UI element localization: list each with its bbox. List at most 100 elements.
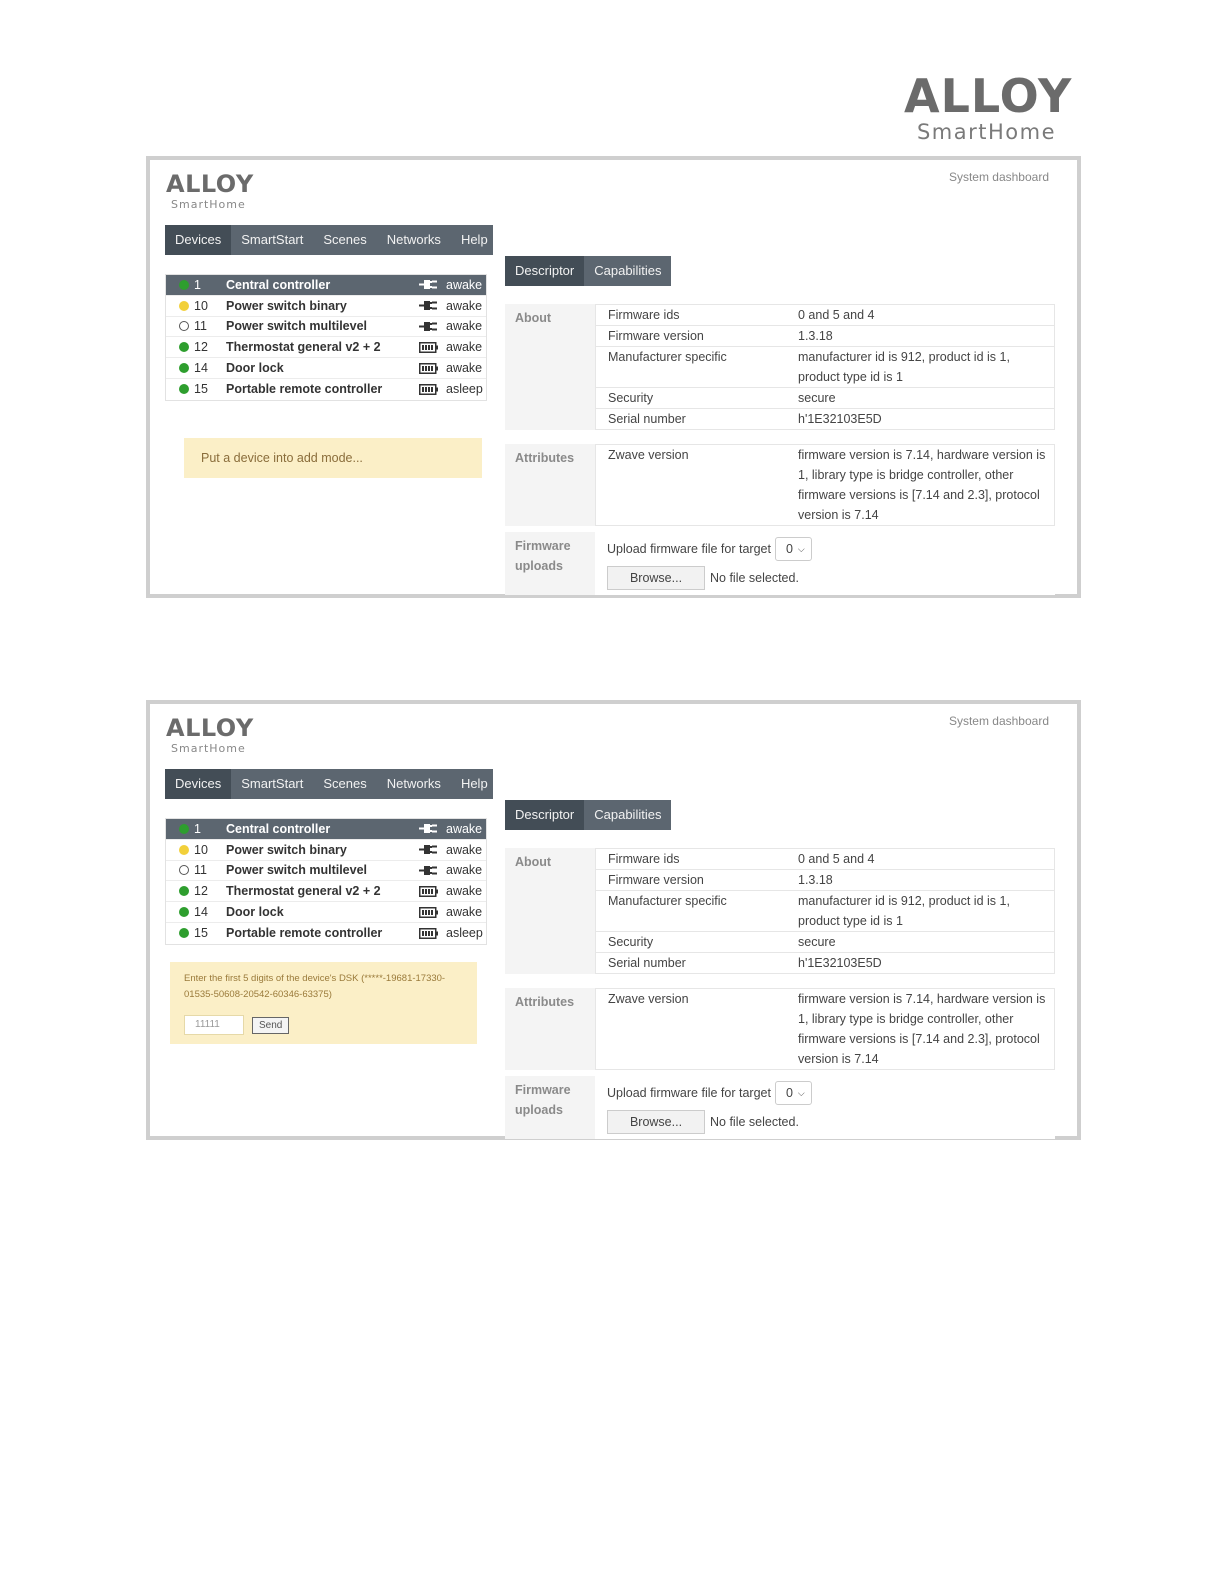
device-row[interactable]: 1 Central controller awake bbox=[166, 819, 486, 840]
upload-firmware-label: Upload firmware file for target bbox=[607, 1086, 771, 1100]
device-id: 10 bbox=[194, 842, 208, 857]
descriptor-table: About Firmware ids 0 and 5 and 4 Firmware v… bbox=[505, 304, 1055, 601]
plug-icon bbox=[419, 823, 439, 834]
section-label-about: About bbox=[505, 848, 595, 974]
status-dot bbox=[179, 300, 189, 311]
device-name: Thermostat general v2 + 2 bbox=[226, 884, 381, 899]
send-button[interactable]: Send bbox=[252, 1016, 290, 1034]
attribute-value: firmware version is 7.14, hardware versi… bbox=[798, 992, 1046, 1066]
device-row[interactable]: 11 Power switch multilevel awake bbox=[166, 861, 486, 882]
status-dot bbox=[179, 844, 189, 855]
battery-icon bbox=[419, 383, 439, 395]
nav-item-help[interactable]: Help bbox=[451, 225, 498, 255]
tab-descriptor[interactable]: Descriptor bbox=[505, 256, 585, 286]
dsk-input[interactable]: 11111 bbox=[184, 1015, 244, 1035]
browse-button[interactable]: Browse... bbox=[607, 566, 705, 590]
about-row: Firmware version 1.3.18 bbox=[596, 326, 1055, 347]
device-row[interactable]: 14 Door lock awake bbox=[166, 358, 486, 379]
status-dot bbox=[179, 342, 189, 353]
about-key: Firmware version bbox=[608, 329, 704, 343]
main-nav: Devices SmartStart Scenes Networks Help bbox=[165, 225, 493, 255]
device-row[interactable]: 10 Power switch binary awake bbox=[166, 840, 486, 861]
device-id: 1 bbox=[194, 277, 201, 292]
app-logo-sub: SmartHome bbox=[171, 742, 246, 755]
tab-capabilities[interactable]: Capabilities bbox=[584, 256, 671, 286]
battery-icon bbox=[419, 885, 439, 897]
device-name: Door lock bbox=[226, 361, 284, 376]
device-name: Power switch binary bbox=[226, 298, 347, 313]
nav-item-help[interactable]: Help bbox=[451, 769, 498, 799]
device-state: awake bbox=[446, 298, 483, 313]
app-logo-sub: SmartHome bbox=[171, 198, 246, 211]
battery-icon bbox=[419, 341, 439, 353]
main-nav: Devices SmartStart Scenes Networks Help bbox=[165, 769, 493, 799]
app-logo: ALLOY SmartHome bbox=[166, 714, 256, 755]
attributes-section: Attributes Zwave version firmware version … bbox=[505, 444, 1055, 526]
about-key: Security bbox=[608, 935, 654, 949]
device-row[interactable]: 14 Door lock awake bbox=[166, 902, 486, 923]
about-row: Firmware ids 0 and 5 and 4 bbox=[596, 304, 1055, 326]
page-logo: ALLOY SmartHome bbox=[904, 70, 1071, 144]
nav-item-networks[interactable]: Networks bbox=[377, 225, 451, 255]
detail-tabs: Descriptor Capabilities bbox=[505, 800, 672, 830]
device-id: 12 bbox=[194, 884, 208, 899]
about-key: Firmware ids bbox=[608, 308, 680, 322]
nav-item-networks[interactable]: Networks bbox=[377, 769, 451, 799]
device-state: asleep bbox=[446, 926, 483, 941]
about-value: 0 and 5 and 4 bbox=[798, 308, 875, 322]
nav-item-devices[interactable]: Devices bbox=[165, 769, 232, 799]
system-dashboard-link[interactable]: System dashboard bbox=[949, 170, 1049, 184]
about-row: Security secure bbox=[596, 932, 1055, 953]
device-state: awake bbox=[446, 319, 483, 334]
status-dot bbox=[179, 886, 189, 897]
device-row[interactable]: 15 Portable remote controller asleep bbox=[166, 923, 486, 944]
device-row[interactable]: 12 Thermostat general v2 + 2 awake bbox=[166, 881, 486, 903]
device-name: Portable remote controller bbox=[226, 382, 383, 397]
nav-item-devices[interactable]: Devices bbox=[165, 225, 232, 255]
target-select[interactable]: 0 ⌵ bbox=[774, 1081, 812, 1105]
device-id: 15 bbox=[194, 382, 208, 397]
device-name: Central controller bbox=[226, 821, 331, 836]
about-value: secure bbox=[798, 935, 836, 949]
app-logo-brand: ALLOY bbox=[166, 170, 254, 198]
nav-item-smartstart[interactable]: SmartStart bbox=[231, 769, 313, 799]
attribute-value: firmware version is 7.14, hardware versi… bbox=[798, 448, 1046, 522]
firmware-section: Firmware uploads Upload firmware file for… bbox=[505, 532, 1055, 595]
attribute-key: Zwave version bbox=[608, 992, 689, 1006]
about-section: About Firmware ids 0 and 5 and 4 Firmware v… bbox=[505, 848, 1055, 974]
app-logo: ALLOY SmartHome bbox=[166, 170, 256, 211]
status-dot bbox=[179, 907, 189, 918]
tab-descriptor[interactable]: Descriptor bbox=[505, 800, 585, 830]
browse-button[interactable]: Browse... bbox=[607, 1110, 705, 1134]
nav-item-smartstart[interactable]: SmartStart bbox=[231, 225, 313, 255]
about-value: h'1E32103E5D bbox=[798, 956, 882, 970]
device-list: 1 Central controller awake 10 Power switch b… bbox=[165, 274, 487, 401]
about-section: About Firmware ids 0 and 5 and 4 Firmware v… bbox=[505, 304, 1055, 430]
chevron-down-icon: ⌵ bbox=[797, 544, 805, 554]
device-row[interactable]: 12 Thermostat general v2 + 2 awake bbox=[166, 337, 486, 359]
device-row[interactable]: 15 Portable remote controller asleep bbox=[166, 379, 486, 400]
device-row[interactable]: 11 Power switch multilevel awake bbox=[166, 317, 486, 338]
target-value: 0 bbox=[785, 542, 793, 556]
about-value: 1.3.18 bbox=[798, 329, 833, 343]
firmware-section: Firmware uploads Upload firmware file for… bbox=[505, 1076, 1055, 1139]
descriptor-table: About Firmware ids 0 and 5 and 4 Firmware v… bbox=[505, 848, 1055, 1145]
about-row: Manufacturer specific manufacturer id is … bbox=[596, 891, 1055, 932]
system-dashboard-link[interactable]: System dashboard bbox=[949, 714, 1049, 728]
device-state: awake bbox=[446, 863, 483, 878]
dashboard-panel-smartstart-dsk: ALLOY SmartHome System dashboard Devices Sma… bbox=[146, 700, 1081, 1140]
device-id: 11 bbox=[194, 319, 207, 334]
about-value: 0 and 5 and 4 bbox=[798, 852, 875, 866]
device-id: 11 bbox=[194, 863, 207, 878]
nav-item-scenes[interactable]: Scenes bbox=[313, 225, 376, 255]
device-name: Power switch multilevel bbox=[226, 319, 368, 334]
status-dot bbox=[179, 823, 189, 834]
section-label-attributes: Attributes bbox=[505, 444, 595, 526]
nav-item-scenes[interactable]: Scenes bbox=[313, 769, 376, 799]
target-select[interactable]: 0 ⌵ bbox=[774, 537, 812, 561]
device-row[interactable]: 10 Power switch binary awake bbox=[166, 296, 486, 317]
tab-capabilities[interactable]: Capabilities bbox=[584, 800, 671, 830]
plug-icon bbox=[419, 865, 439, 876]
device-row[interactable]: 1 Central controller awake bbox=[166, 275, 486, 296]
plug-icon bbox=[419, 300, 439, 311]
